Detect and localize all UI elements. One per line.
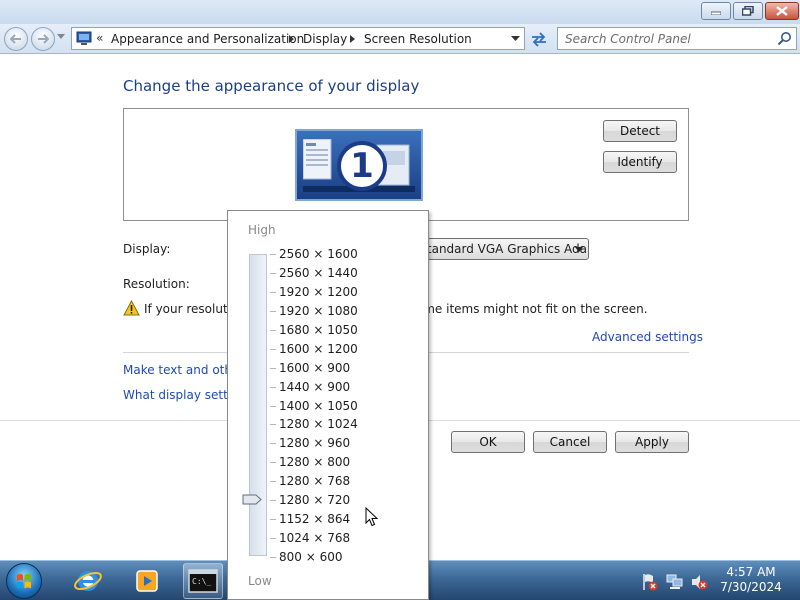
resolution-option[interactable]: 1600 × 900	[279, 361, 350, 375]
start-button[interactable]	[6, 563, 42, 599]
apply-button[interactable]: Apply	[615, 431, 689, 453]
slider-tick	[270, 557, 276, 558]
monitor-1-thumbnail[interactable]: 1	[295, 129, 423, 201]
maximize-button[interactable]	[733, 2, 763, 20]
navigation-bar: « Appearance and Personalization Display…	[0, 24, 800, 54]
resolution-option[interactable]: 1920 × 1080	[279, 304, 358, 318]
action-center-flag-icon[interactable]	[641, 573, 659, 591]
refresh-button[interactable]	[527, 29, 551, 49]
media-player-taskbar-button[interactable]	[127, 563, 167, 599]
slider-tick	[270, 481, 276, 482]
advanced-settings-link[interactable]: Advanced settings	[592, 330, 703, 344]
slider-tick	[270, 368, 276, 369]
breadcrumb-separator-icon[interactable]	[289, 35, 295, 43]
display-label: Display:	[123, 242, 171, 256]
slider-tick	[270, 387, 276, 388]
resolution-option[interactable]: 1024 × 768	[279, 531, 350, 545]
resolution-option[interactable]: 1680 × 1050	[279, 323, 358, 337]
ok-button[interactable]: OK	[451, 431, 525, 453]
slider-tick	[270, 538, 276, 539]
windows-logo-icon	[17, 574, 31, 589]
minimize-icon	[711, 11, 721, 15]
resolution-option[interactable]: 1400 × 1050	[279, 399, 358, 413]
breadcrumb-screen-resolution[interactable]: Screen Resolution	[364, 32, 472, 46]
detect-button[interactable]: Detect	[603, 120, 677, 142]
media-player-icon	[136, 570, 158, 592]
breadcrumb-appearance[interactable]: Appearance and Personalization	[111, 32, 304, 46]
slider-tick	[270, 500, 276, 501]
refresh-icon	[532, 32, 546, 47]
high-label: High	[248, 223, 276, 237]
breadcrumb-separator-icon[interactable]	[350, 35, 356, 43]
slider-tick	[270, 330, 276, 331]
control-panel-icon	[76, 31, 92, 45]
slider-tick	[270, 424, 276, 425]
minimize-button[interactable]	[701, 2, 731, 20]
slider-tick	[270, 311, 276, 312]
address-history-chevron-down-icon[interactable]	[511, 36, 520, 42]
resolution-option-selected[interactable]: 1280 × 720	[279, 493, 350, 507]
system-clock[interactable]: 4:57 AM 7/30/2024	[713, 565, 789, 595]
resolution-option[interactable]: 2560 × 1600	[279, 247, 358, 261]
command-prompt-taskbar-button[interactable]: C:\_	[183, 563, 223, 599]
resolution-option[interactable]: 2560 × 1440	[279, 266, 358, 280]
resolution-option[interactable]: 1152 × 864	[279, 512, 350, 526]
svg-text:C:\_: C:\_	[192, 577, 211, 586]
resolution-option[interactable]: 1280 × 768	[279, 474, 350, 488]
resolution-label: Resolution:	[123, 277, 190, 291]
low-label: Low	[248, 574, 272, 588]
slider-tick	[270, 519, 276, 520]
resolution-option[interactable]: 1280 × 960	[279, 436, 350, 450]
network-icon[interactable]	[666, 573, 684, 591]
recent-pages-chevron-down-icon[interactable]	[57, 34, 65, 40]
arrow-right-icon	[38, 34, 49, 44]
restore-icon	[742, 6, 754, 16]
window-titlebar	[0, 0, 800, 24]
resolution-option[interactable]: 1280 × 1024	[279, 417, 358, 431]
resolution-option[interactable]: 1440 × 900	[279, 380, 350, 394]
resolution-option[interactable]: 1600 × 1200	[279, 342, 358, 356]
slider-tick	[270, 292, 276, 293]
monitor-number-badge: 1	[337, 141, 387, 191]
back-button[interactable]	[4, 27, 28, 51]
slider-tick	[270, 349, 276, 350]
cancel-button[interactable]: Cancel	[533, 431, 607, 453]
search-icon[interactable]	[777, 31, 792, 46]
slider-tick	[270, 462, 276, 463]
resolution-slider-thumb[interactable]	[242, 494, 262, 505]
slider-tick	[270, 406, 276, 407]
resolution-option[interactable]: 800 × 600	[279, 550, 343, 564]
resolution-option[interactable]: 1280 × 800	[279, 455, 350, 469]
internet-explorer-icon	[74, 571, 102, 591]
volume-muted-icon[interactable]	[690, 573, 708, 591]
resolution-slider-track[interactable]	[249, 254, 267, 556]
identify-button[interactable]: Identify	[603, 151, 677, 173]
warning-icon	[123, 300, 140, 316]
chevron-down-icon	[575, 247, 583, 252]
monitor-arrangement-panel: 1 Detect Identify	[123, 108, 689, 221]
monitor-number: 1	[350, 146, 374, 186]
command-prompt-icon: C:\_	[188, 569, 218, 593]
search-box[interactable]	[557, 27, 797, 50]
display-select-value: 1. Standard VGA Graphics Adapter	[427, 242, 588, 256]
page-title: Change the appearance of your display	[123, 77, 420, 95]
close-button[interactable]	[765, 2, 799, 20]
clock-date: 7/30/2024	[720, 580, 782, 594]
mouse-cursor-icon	[365, 507, 379, 527]
display-select[interactable]: 1. Standard VGA Graphics Adapter	[427, 238, 589, 260]
search-input[interactable]	[558, 28, 768, 49]
arrow-left-icon	[10, 34, 21, 44]
internet-explorer-taskbar-button[interactable]	[68, 563, 108, 599]
resolution-option[interactable]: 1920 × 1200	[279, 285, 358, 299]
breadcrumb-overflow-icon[interactable]: «	[96, 31, 103, 45]
close-icon	[776, 6, 788, 16]
clock-time: 4:57 AM	[726, 565, 776, 579]
slider-tick	[270, 254, 276, 255]
slider-tick	[270, 273, 276, 274]
breadcrumb-display[interactable]: Display	[303, 32, 347, 46]
forward-button[interactable]	[31, 27, 55, 51]
resolution-dropdown-flyout: High 2560 × 1600 2560 × 1440 1920 × 1200…	[227, 210, 429, 600]
slider-tick	[270, 443, 276, 444]
address-bar[interactable]: « Appearance and Personalization Display…	[71, 27, 525, 50]
